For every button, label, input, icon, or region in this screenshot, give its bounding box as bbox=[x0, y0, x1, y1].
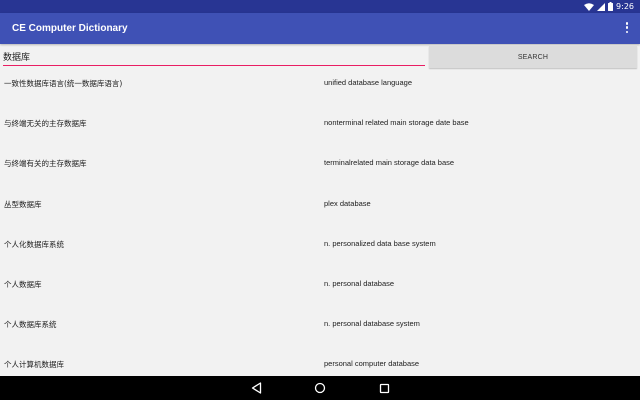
result-definition: unified database language bbox=[324, 78, 412, 87]
battery-icon bbox=[608, 2, 614, 11]
status-bar: 9:26 bbox=[0, 0, 640, 13]
result-definition: personal computer database bbox=[324, 359, 420, 369]
result-term: 个人数据库系统 bbox=[4, 320, 57, 330]
result-definition: n. personalized data base system bbox=[324, 238, 436, 248]
back-icon[interactable] bbox=[249, 381, 263, 395]
result-row[interactable]: 丛型数据库 plex database bbox=[0, 193, 640, 233]
result-row[interactable]: 一致性数据库语言(统一数据库语言) unified database langu… bbox=[0, 72, 640, 112]
overflow-menu-icon[interactable] bbox=[624, 22, 630, 36]
result-row[interactable]: 个人数据库系统 n. personal database system bbox=[0, 313, 640, 353]
search-button[interactable]: SEARCH bbox=[429, 46, 637, 68]
result-definition: n. personal database system bbox=[324, 319, 420, 329]
result-definition: n. personal database bbox=[324, 278, 395, 288]
app-title: CE Computer Dictionary bbox=[12, 23, 128, 34]
search-row: SEARCH bbox=[0, 46, 640, 68]
status-time: 9:26 bbox=[616, 2, 634, 11]
result-row[interactable]: 与终端无关的主存数据库 nonterminal related main sto… bbox=[0, 112, 640, 152]
cell-signal-icon bbox=[597, 2, 606, 11]
wifi-icon bbox=[584, 2, 595, 11]
status-icons: 9:26 bbox=[584, 1, 634, 12]
result-term: 一致性数据库语言(统一数据库语言) bbox=[4, 79, 123, 88]
result-row[interactable]: 个人数据库 n. personal database bbox=[0, 273, 640, 313]
result-definition: plex database bbox=[324, 198, 371, 208]
result-definition: terminalrelated main storage data base bbox=[324, 158, 455, 168]
result-term: 个人数据库 bbox=[4, 279, 42, 289]
home-icon[interactable] bbox=[313, 381, 327, 395]
navigation-bar bbox=[0, 376, 640, 400]
result-term: 个人化数据库系统 bbox=[4, 239, 64, 249]
result-term: 丛型数据库 bbox=[4, 199, 42, 209]
result-row[interactable]: 个人化数据库系统 n. personalized data base syste… bbox=[0, 233, 640, 273]
result-term: 个人计算机数据库 bbox=[4, 360, 64, 370]
recents-icon[interactable] bbox=[377, 381, 391, 395]
app-bar: CE Computer Dictionary bbox=[0, 13, 640, 44]
results-list: 一致性数据库语言(统一数据库语言) unified database langu… bbox=[0, 72, 640, 376]
result-row[interactable]: 与终端有关的主存数据库 terminalrelated main storage… bbox=[0, 152, 640, 192]
search-input[interactable] bbox=[3, 46, 425, 66]
result-definition: nonterminal related main storage date ba… bbox=[324, 118, 469, 128]
result-term: 与终端有关的主存数据库 bbox=[4, 159, 87, 169]
result-term: 与终端无关的主存数据库 bbox=[4, 119, 87, 129]
result-row[interactable]: 个人计算机数据库 personal computer database bbox=[0, 353, 640, 376]
